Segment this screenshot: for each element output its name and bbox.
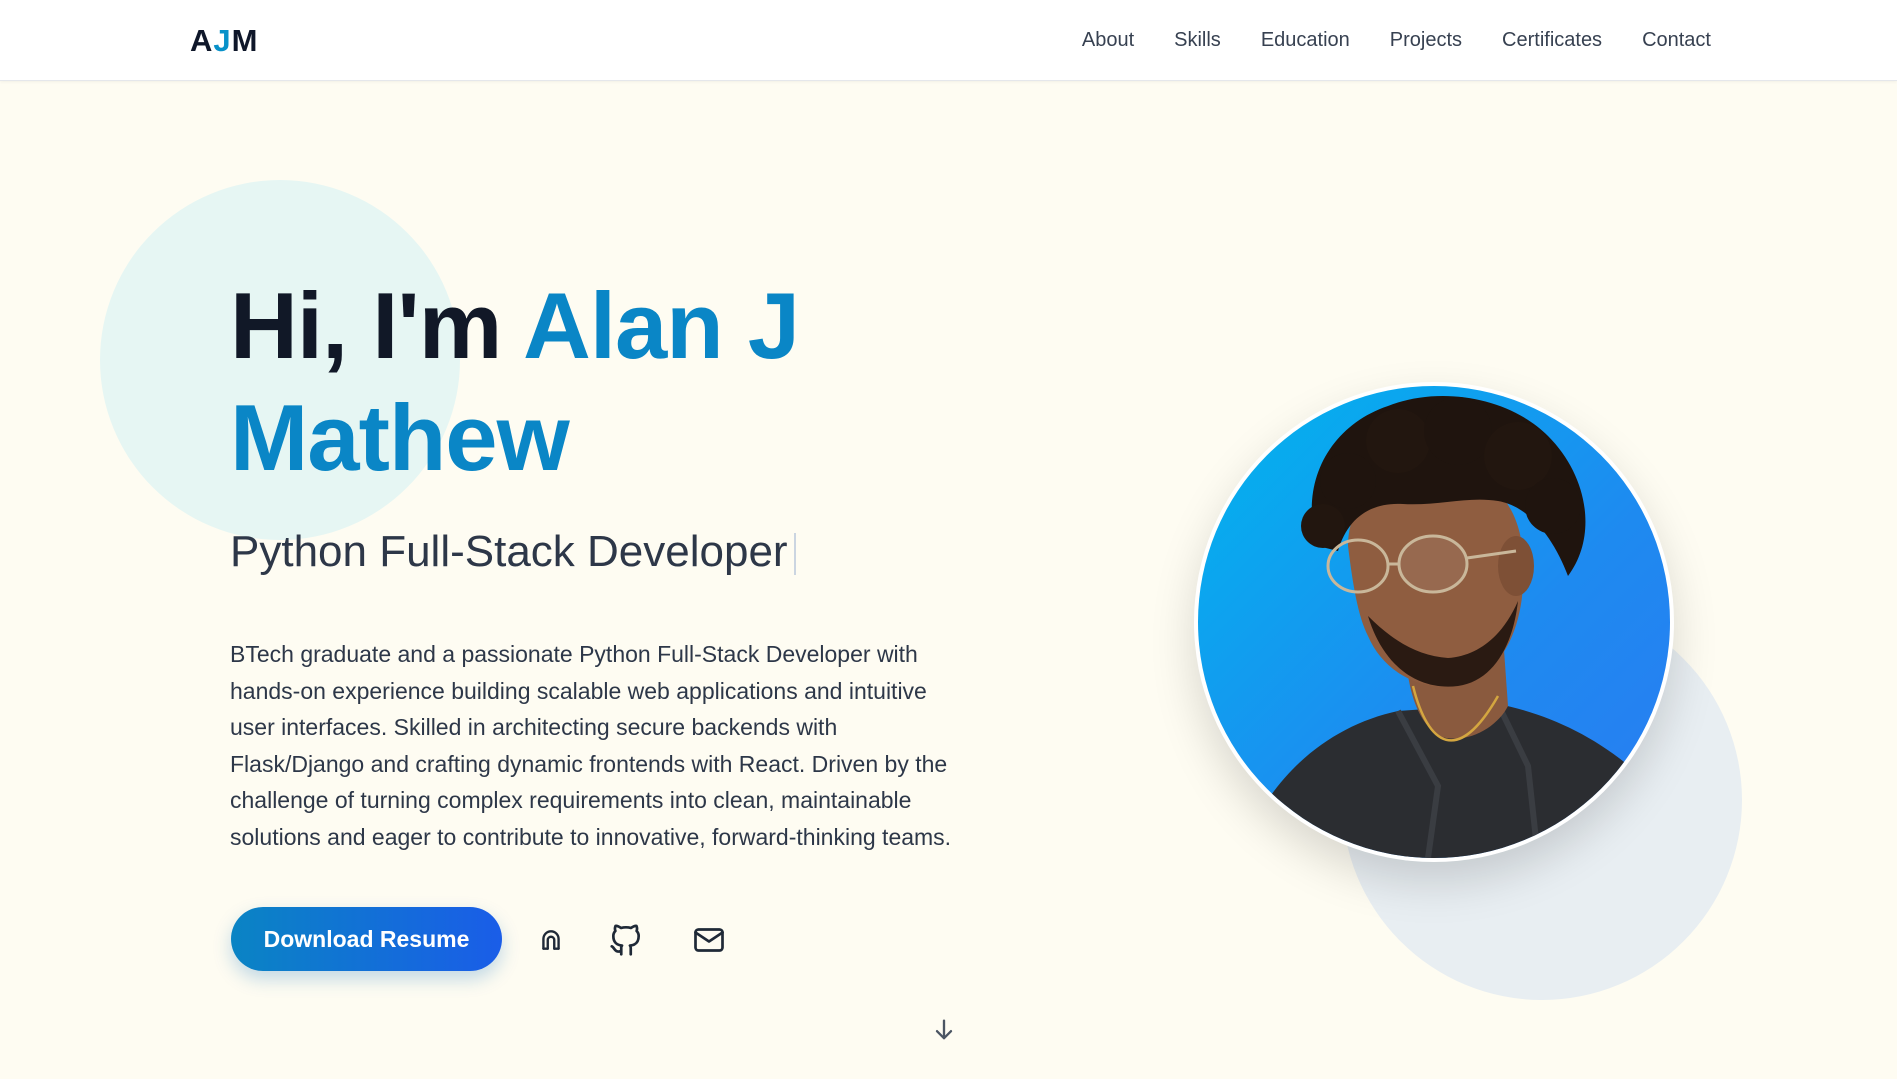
nav-link-education[interactable]: Education [1261, 29, 1350, 52]
nav-link-certificates[interactable]: Certificates [1502, 29, 1602, 52]
hero-heading: Hi, I'm Alan J Mathew [230, 270, 930, 494]
logo-letter-a: A [190, 23, 214, 58]
download-resume-button[interactable]: Download Resume [231, 907, 502, 971]
email-link[interactable] [689, 920, 729, 960]
hero-greeting: Hi, I'm [230, 273, 502, 378]
logo[interactable]: AJM [190, 22, 258, 60]
github-link[interactable] [606, 920, 646, 960]
github-icon [607, 921, 645, 959]
logo-letter-j: J [213, 23, 232, 58]
site-header: AJM About Skills Education Projects Cert… [0, 0, 1897, 81]
typing-cursor [793, 533, 796, 576]
nav-link-skills[interactable]: Skills [1174, 29, 1221, 52]
scroll-down-arrow-icon[interactable] [930, 1016, 958, 1044]
logo-letter-m: M [231, 23, 259, 58]
main-nav: About Skills Education Projects Certific… [1082, 0, 1711, 80]
nav-link-about[interactable]: About [1082, 29, 1134, 52]
hero-role-text: Python Full-Stack Developer [230, 527, 788, 576]
magnet-icon [538, 927, 564, 953]
nav-link-projects[interactable]: Projects [1390, 29, 1462, 52]
hero-role: Python Full-Stack Developer [230, 524, 796, 580]
hero-bio: BTech graduate and a passionate Python F… [230, 641, 952, 850]
nav-link-contact[interactable]: Contact [1642, 29, 1711, 52]
mail-icon [691, 922, 727, 958]
profile-photo-frame [1194, 382, 1674, 862]
magnet-link[interactable] [531, 920, 571, 960]
profile-photo [1198, 386, 1670, 858]
